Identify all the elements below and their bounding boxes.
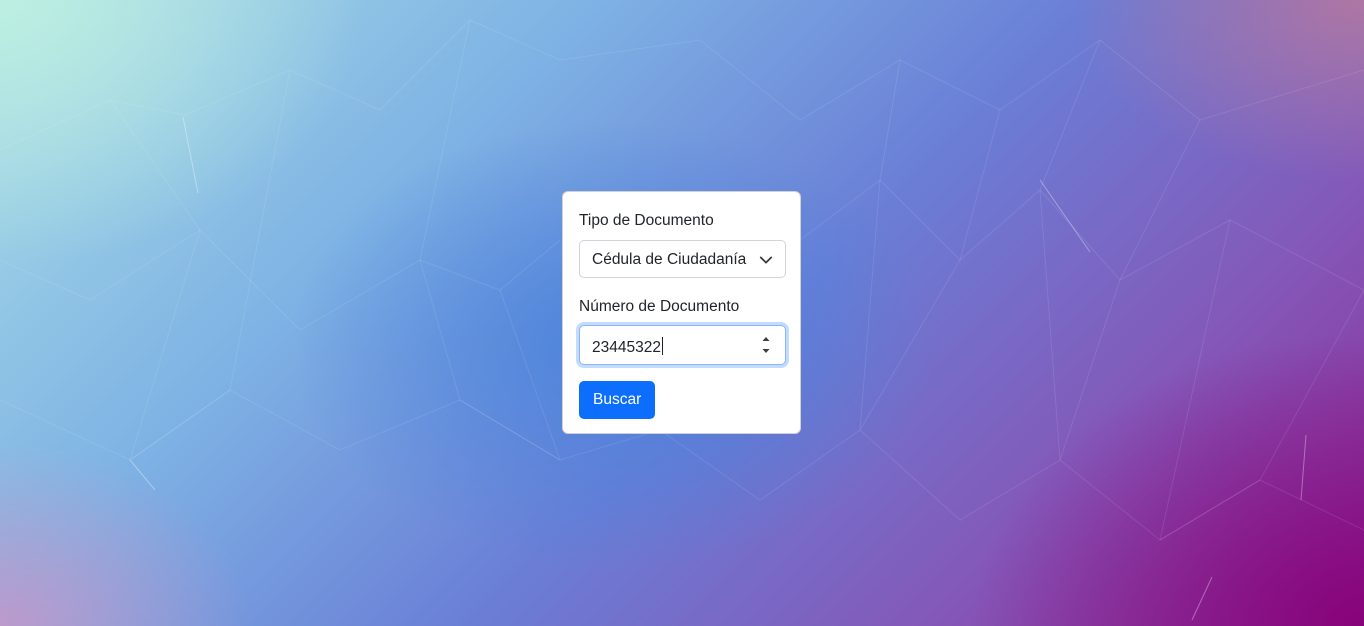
document-type-label: Tipo de Documento <box>579 212 714 229</box>
chevron-down-icon <box>759 256 773 264</box>
document-type-selected-value: Cédula de Ciudadanía <box>592 251 747 268</box>
number-spinner <box>759 333 773 357</box>
caret-up-icon[interactable] <box>759 333 773 345</box>
text-caret <box>661 337 663 355</box>
caret-down-icon[interactable] <box>759 345 773 357</box>
search-button[interactable]: Buscar <box>579 381 656 419</box>
document-number-value: 23445322 <box>592 337 663 356</box>
document-type-select[interactable]: Cédula de Ciudadanía <box>579 240 786 278</box>
document-number-label: Número de Documento <box>579 298 740 315</box>
search-card: Tipo de Documento Cédula de Ciudadanía N… <box>562 191 801 434</box>
document-number-input[interactable]: 23445322 <box>579 325 786 365</box>
